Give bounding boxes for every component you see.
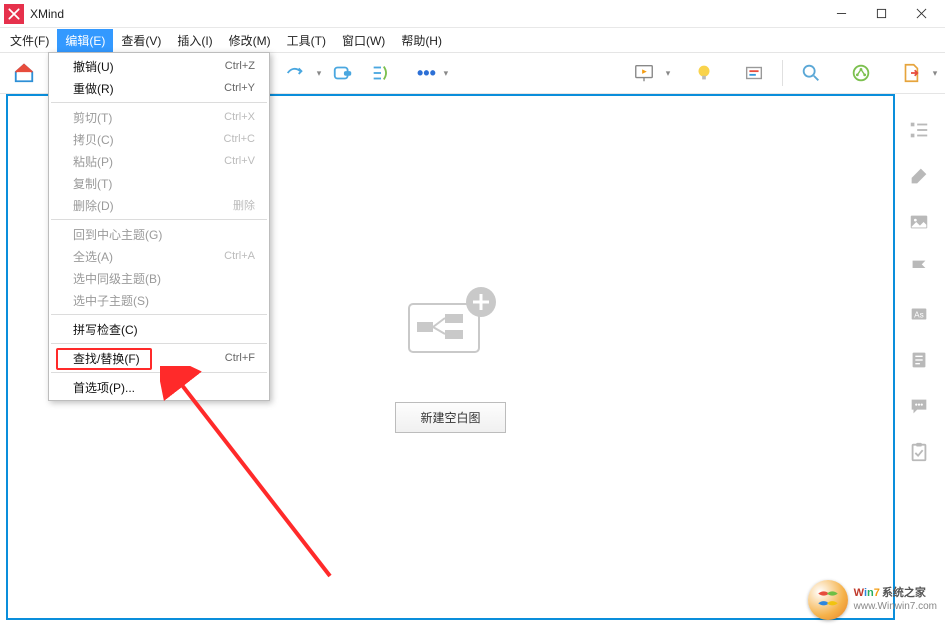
share-icon[interactable] — [843, 57, 879, 89]
menu-redo[interactable]: 重做(R)Ctrl+Y — [49, 77, 269, 99]
chevron-down-icon[interactable]: ▾ — [442, 68, 450, 79]
menu-spellcheck[interactable]: 拼写检查(C) — [49, 318, 269, 340]
menu-tools[interactable]: 工具(T) — [279, 29, 334, 52]
minimize-button[interactable] — [821, 0, 861, 28]
menu-select-all: 全选(A)Ctrl+A — [49, 245, 269, 267]
right-sidebar: As — [897, 94, 941, 620]
menu-select-siblings: 选中同级主题(B) — [49, 267, 269, 289]
menu-go-center: 回到中心主题(G) — [49, 223, 269, 245]
menu-help[interactable]: 帮助(H) — [393, 29, 450, 52]
image-icon[interactable] — [905, 210, 933, 234]
menu-select-children: 选中子主题(S) — [49, 289, 269, 311]
menu-duplicate: 复制(T) — [49, 172, 269, 194]
menu-separator — [51, 102, 267, 103]
menu-copy: 拷贝(C)Ctrl+C — [49, 128, 269, 150]
chevron-down-icon[interactable]: ▾ — [315, 68, 323, 79]
edit-menu-dropdown: 撤销(U)Ctrl+Z 重做(R)Ctrl+Y 剪切(T)Ctrl+X 拷贝(C… — [48, 52, 270, 401]
search-icon[interactable] — [793, 57, 829, 89]
menu-paste: 粘贴(P)Ctrl+V — [49, 150, 269, 172]
blank-map-icon — [391, 282, 511, 362]
menu-delete: 删除(D)删除 — [49, 194, 269, 216]
watermark: Win7系统之家 www.Winwin7.com — [808, 580, 937, 620]
marker-icon[interactable] — [736, 57, 772, 89]
menu-preferences[interactable]: 首选项(P)... — [49, 376, 269, 398]
flag-icon[interactable] — [905, 256, 933, 280]
home-icon[interactable] — [6, 57, 42, 89]
menu-separator — [51, 343, 267, 344]
menu-undo[interactable]: 撤销(U)Ctrl+Z — [49, 55, 269, 77]
menu-edit[interactable]: 编辑(E) — [57, 29, 113, 52]
close-button[interactable] — [901, 0, 941, 28]
menu-view[interactable]: 查看(V) — [113, 29, 169, 52]
menu-bar: 文件(F) 编辑(E) 查看(V) 插入(I) 修改(M) 工具(T) 窗口(W… — [0, 28, 945, 52]
label-icon[interactable]: As — [905, 302, 933, 326]
menu-file[interactable]: 文件(F) — [2, 29, 57, 52]
notes-icon[interactable] — [905, 348, 933, 372]
chevron-down-icon[interactable]: ▾ — [664, 68, 672, 79]
summary-icon[interactable] — [363, 57, 399, 89]
maximize-button[interactable] — [861, 0, 901, 28]
window-controls — [821, 0, 941, 28]
new-blank-map-button[interactable]: 新建空白图 — [395, 402, 505, 433]
format-icon[interactable] — [905, 164, 933, 188]
export-icon[interactable] — [893, 57, 929, 89]
relationship-icon[interactable] — [277, 57, 313, 89]
watermark-text: Win7系统之家 www.Winwin7.com — [854, 587, 937, 612]
title-bar: XMind — [0, 0, 945, 28]
watermark-logo — [808, 580, 848, 620]
menu-window[interactable]: 窗口(W) — [334, 29, 393, 52]
menu-modify[interactable]: 修改(M) — [221, 29, 279, 52]
comment-icon[interactable] — [905, 394, 933, 418]
boundary-icon[interactable] — [325, 57, 361, 89]
outline-icon[interactable] — [905, 118, 933, 142]
idea-icon[interactable] — [686, 57, 722, 89]
menu-separator — [51, 372, 267, 373]
task-icon[interactable] — [905, 440, 933, 464]
menu-cut: 剪切(T)Ctrl+X — [49, 106, 269, 128]
svg-text:As: As — [914, 311, 924, 320]
toolbar-divider — [782, 60, 783, 86]
app-title: XMind — [30, 7, 821, 21]
chevron-down-icon[interactable]: ▾ — [931, 68, 939, 79]
menu-insert[interactable]: 插入(I) — [169, 29, 220, 52]
app-icon — [4, 4, 24, 24]
menu-find-replace[interactable]: 查找/替换(F)Ctrl+F — [49, 347, 269, 369]
more-icon[interactable]: ••• — [413, 57, 440, 89]
menu-separator — [51, 314, 267, 315]
presentation-icon[interactable] — [626, 57, 662, 89]
menu-separator — [51, 219, 267, 220]
